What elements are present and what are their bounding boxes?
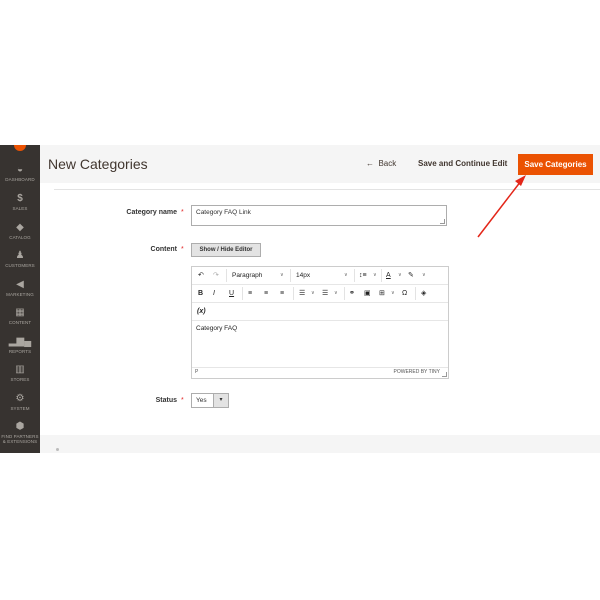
annotation-arrow-head [515,175,526,186]
annotation-arrow [477,175,526,238]
annotation-arrow-line [477,180,522,238]
